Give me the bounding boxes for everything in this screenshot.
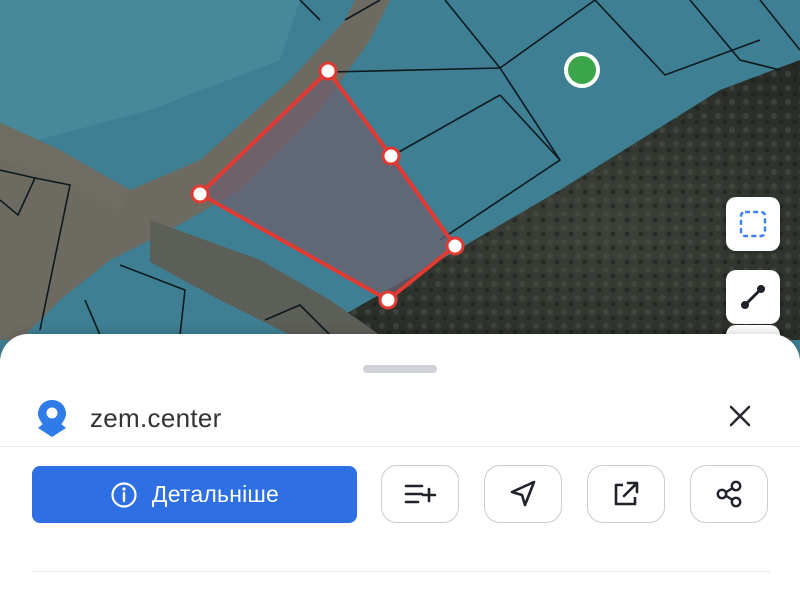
close-icon xyxy=(729,405,751,427)
navigate-button[interactable] xyxy=(484,465,562,523)
share-icon xyxy=(716,480,742,508)
measure-line-button[interactable] xyxy=(726,270,780,324)
share-button[interactable] xyxy=(690,465,768,523)
open-external-button[interactable] xyxy=(587,465,665,523)
map-pin-icon xyxy=(38,400,66,437)
vertex-handle[interactable] xyxy=(445,236,465,256)
sheet-title: zem.center xyxy=(90,402,222,433)
details-button[interactable]: Детальніше xyxy=(32,466,357,523)
close-button[interactable] xyxy=(722,398,758,434)
measure-line-icon xyxy=(741,285,765,309)
info-icon xyxy=(111,481,137,508)
select-area-button[interactable] xyxy=(726,197,780,251)
navigate-icon xyxy=(510,480,536,507)
select-area-icon xyxy=(739,210,767,238)
bottom-sheet: zem.center Детальніше xyxy=(0,334,800,600)
add-to-list-icon xyxy=(404,484,437,504)
location-marker[interactable] xyxy=(564,52,600,88)
divider xyxy=(0,446,800,447)
open-external-icon xyxy=(614,481,639,506)
vertex-handle[interactable] xyxy=(381,146,401,166)
add-to-list-button[interactable] xyxy=(381,465,459,523)
vertex-handle[interactable] xyxy=(378,290,398,310)
details-button-label: Детальніше xyxy=(151,481,280,507)
vertex-handle[interactable] xyxy=(190,184,210,204)
sheet-drag-handle[interactable] xyxy=(363,365,437,373)
sheet-header: zem.center xyxy=(34,398,222,438)
vertex-handle[interactable] xyxy=(318,61,338,81)
divider xyxy=(32,571,770,572)
